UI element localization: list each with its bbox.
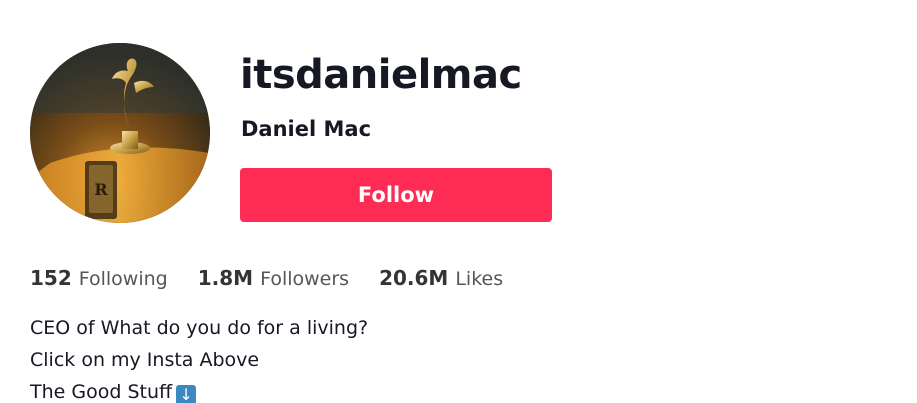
down-arrow-icon: ↓ [176,385,197,403]
bio-line-text: The Good Stuff [30,381,173,403]
following-label: Following [78,268,168,290]
followers-count: 1.8M [197,266,254,290]
stat-likes: 20.6M Likes [379,262,503,295]
bio-line: CEO of What do you do for a living? [30,312,630,344]
bio-line: Click on my Insta Above [30,344,630,376]
following-count: 152 [30,266,72,290]
avatar[interactable]: R [30,43,210,223]
stat-following[interactable]: 152 Following [30,262,168,295]
bio-line-text: CEO of What do you do for a living? [30,317,369,339]
display-name: Daniel Mac [241,117,372,141]
profile-stats: 152 Following 1.8M Followers 20.6M Likes [30,262,503,294]
profile-page: R itsdanielmac Daniel Mac Follow 152 Fol… [0,0,917,403]
svg-text:R: R [94,180,108,199]
follow-button[interactable]: Follow [240,168,552,222]
stat-followers[interactable]: 1.8M Followers [198,262,349,295]
username: itsdanielmac [240,52,522,98]
avatar-image: R [30,43,210,223]
followers-label: Followers [260,268,350,290]
bio: CEO of What do you do for a living? Clic… [30,312,630,403]
likes-label: Likes [455,268,504,290]
bio-line-text: Click on my Insta Above [30,349,260,371]
bio-line: The Good Stuff ↓ [30,376,630,403]
likes-count: 20.6M [379,266,449,290]
